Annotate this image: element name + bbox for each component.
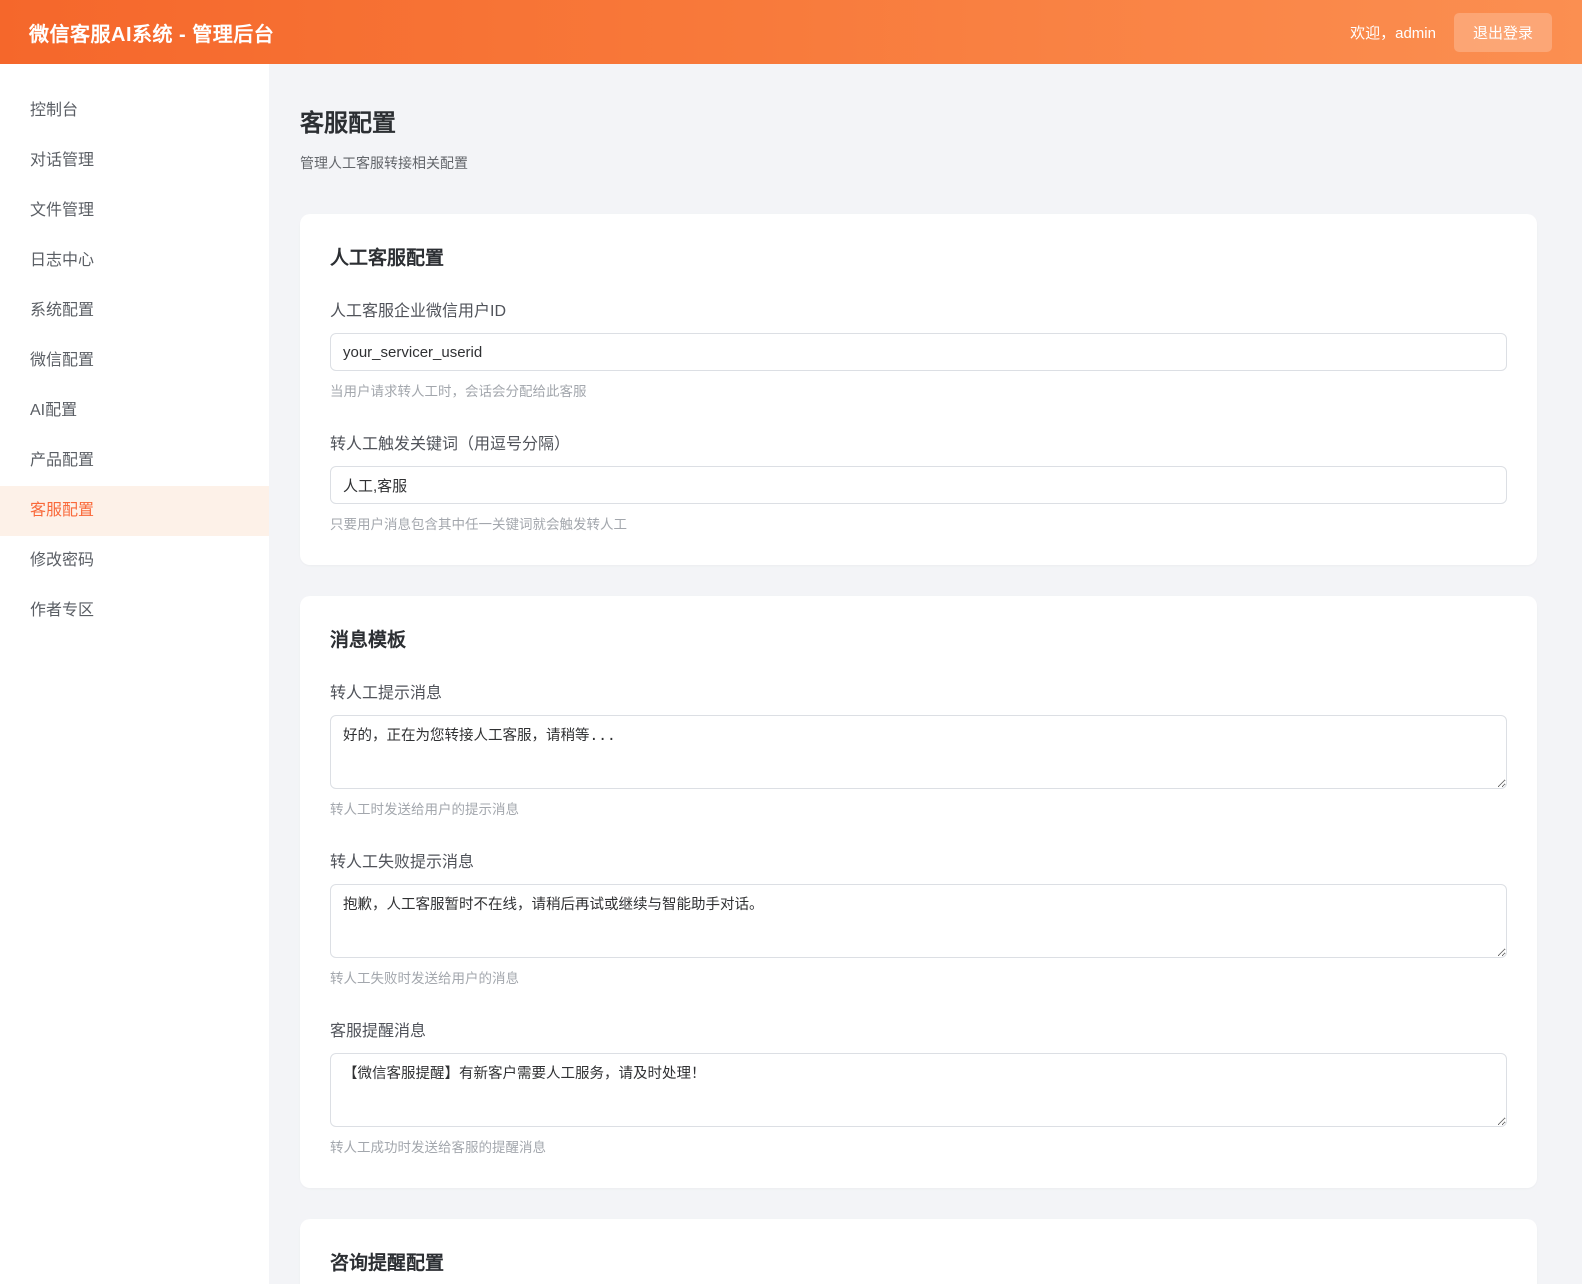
keywords-hint: 只要用户消息包含其中任一关键词就会触发转人工	[330, 513, 1507, 533]
sidebar-item-dashboard[interactable]: 控制台	[0, 86, 269, 136]
keywords-field-group: 转人工触发关键词（用逗号分隔） 只要用户消息包含其中任一关键词就会触发转人工	[330, 430, 1507, 533]
sidebar-item-author-zone[interactable]: 作者专区	[0, 586, 269, 636]
card-message-templates: 消息模板 转人工提示消息 好的，正在为您转接人工客服，请稍等... 转人工时发送…	[300, 596, 1537, 1188]
welcome-text: 欢迎，admin	[1350, 22, 1436, 43]
service-notify-label: 客服提醒消息	[330, 1017, 1507, 1041]
logout-button[interactable]: 退出登录	[1454, 13, 1552, 52]
transfer-prompt-textarea[interactable]: 好的，正在为您转接人工客服，请稍等...	[330, 715, 1507, 789]
sidebar-item-files[interactable]: 文件管理	[0, 186, 269, 236]
service-notify-textarea[interactable]: 【微信客服提醒】有新客户需要人工服务，请及时处理！	[330, 1053, 1507, 1127]
servicer-userid-label: 人工客服企业微信用户ID	[330, 297, 1507, 321]
sidebar-item-service-config[interactable]: 客服配置	[0, 486, 269, 536]
transfer-fail-field-group: 转人工失败提示消息 抱歉，人工客服暂时不在线，请稍后再试或继续与智能助手对话。 …	[330, 848, 1507, 987]
transfer-fail-textarea[interactable]: 抱歉，人工客服暂时不在线，请稍后再试或继续与智能助手对话。	[330, 884, 1507, 958]
card-manual-service-config: 人工客服配置 人工客服企业微信用户ID 当用户请求转人工时，会话会分配给此客服 …	[300, 214, 1537, 565]
page-title: 客服配置	[300, 103, 1537, 138]
keywords-input[interactable]	[330, 466, 1507, 504]
app-header: 微信客服AI系统 - 管理后台 欢迎，admin 退出登录	[0, 0, 1582, 64]
transfer-fail-label: 转人工失败提示消息	[330, 848, 1507, 872]
servicer-userid-hint: 当用户请求转人工时，会话会分配给此客服	[330, 380, 1507, 400]
main-content: 客服配置 管理人工客服转接相关配置 人工客服配置 人工客服企业微信用户ID 当用…	[269, 64, 1582, 1284]
sidebar-item-conversations[interactable]: 对话管理	[0, 136, 269, 186]
sidebar-item-ai-config[interactable]: AI配置	[0, 386, 269, 436]
sidebar-item-change-password[interactable]: 修改密码	[0, 536, 269, 586]
card-title: 人工客服配置	[330, 243, 1507, 270]
keywords-label: 转人工触发关键词（用逗号分隔）	[330, 430, 1507, 454]
sidebar-item-wechat-config[interactable]: 微信配置	[0, 336, 269, 386]
servicer-userid-field-group: 人工客服企业微信用户ID 当用户请求转人工时，会话会分配给此客服	[330, 297, 1507, 400]
transfer-fail-hint: 转人工失败时发送给用户的消息	[330, 967, 1507, 987]
sidebar-item-product-config[interactable]: 产品配置	[0, 436, 269, 486]
transfer-prompt-field-group: 转人工提示消息 好的，正在为您转接人工客服，请稍等... 转人工时发送给用户的提…	[330, 679, 1507, 818]
page-subtitle: 管理人工客服转接相关配置	[300, 153, 1537, 173]
sidebar: 控制台 对话管理 文件管理 日志中心 系统配置 微信配置 AI配置 产品配置 客…	[0, 64, 269, 1284]
service-notify-field-group: 客服提醒消息 【微信客服提醒】有新客户需要人工服务，请及时处理！ 转人工成功时发…	[330, 1017, 1507, 1156]
card-consult-notify-config: 咨询提醒配置 启用咨询提醒 当有用户咨询AI时，自动提醒人工客服	[300, 1219, 1537, 1284]
transfer-prompt-label: 转人工提示消息	[330, 679, 1507, 703]
app-title: 微信客服AI系统 - 管理后台	[29, 18, 274, 47]
card-title: 咨询提醒配置	[330, 1248, 1507, 1275]
sidebar-nav: 控制台 对话管理 文件管理 日志中心 系统配置 微信配置 AI配置 产品配置 客…	[0, 64, 269, 636]
sidebar-item-system-config[interactable]: 系统配置	[0, 286, 269, 336]
header-right: 欢迎，admin 退出登录	[1350, 13, 1552, 52]
card-title: 消息模板	[330, 625, 1507, 652]
servicer-userid-input[interactable]	[330, 333, 1507, 371]
service-notify-hint: 转人工成功时发送给客服的提醒消息	[330, 1136, 1507, 1156]
sidebar-item-logs[interactable]: 日志中心	[0, 236, 269, 286]
transfer-prompt-hint: 转人工时发送给用户的提示消息	[330, 798, 1507, 818]
